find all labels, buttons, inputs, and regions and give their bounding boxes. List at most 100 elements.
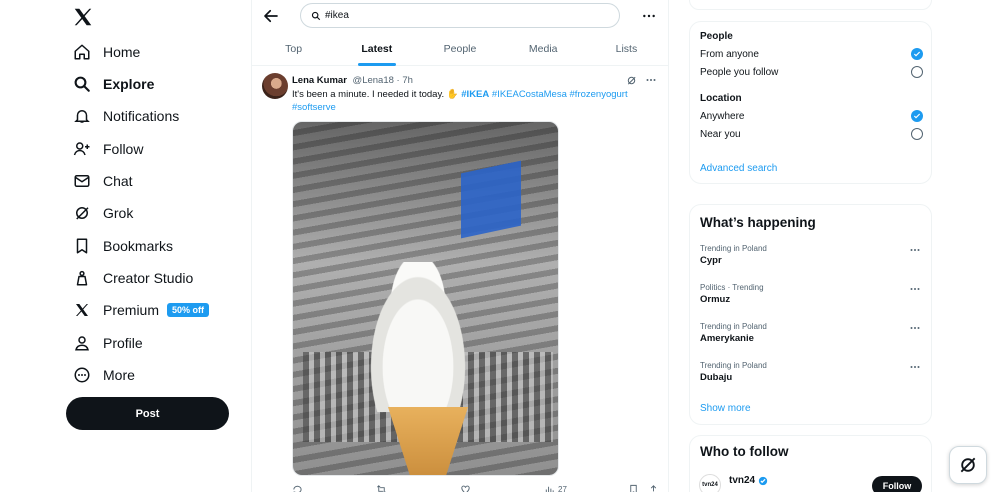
radio-checked-icon[interactable] — [911, 48, 923, 60]
tab-latest[interactable]: Latest — [335, 33, 418, 66]
advanced-search-link[interactable]: Advanced search — [700, 163, 777, 174]
search-filters-card: People From anyone People you follow Loc… — [689, 21, 932, 184]
repost-icon — [377, 485, 386, 492]
nav-follow-label: Follow — [103, 141, 144, 157]
nav-grok-label: Grok — [103, 205, 134, 221]
left-sidebar: Home Explore Notifications Follow Chat G… — [58, 0, 250, 492]
nav-profile[interactable]: Profile — [72, 331, 143, 355]
tweet-photo[interactable] — [292, 121, 559, 476]
nav-grok[interactable]: Grok — [72, 201, 133, 225]
suggested-account[interactable]: tvn24 — [729, 475, 768, 486]
nav-premium[interactable]: Premium 50% off — [72, 298, 210, 322]
whats-happening-card: What’s happening Trending in Poland Cypr… — [689, 204, 932, 425]
nav-more[interactable]: More — [72, 363, 135, 387]
trend-name: Ormuz — [700, 294, 731, 305]
trend-item[interactable]: Trending in Poland Dubaju — [700, 361, 923, 383]
search-input[interactable] — [325, 10, 605, 21]
trend-context: Trending in Poland — [700, 322, 767, 331]
grok-icon — [72, 203, 92, 223]
more-options-icon[interactable] — [909, 283, 921, 295]
more-options-icon[interactable] — [645, 74, 657, 86]
nav-explore[interactable]: Explore — [72, 72, 154, 96]
heart-icon — [461, 485, 470, 492]
people-filter-title: People — [700, 31, 733, 42]
search-bar[interactable] — [300, 3, 620, 28]
tweet-actions: 27 — [292, 484, 662, 492]
search-icon — [311, 11, 321, 20]
tweet-time[interactable]: 7h — [402, 75, 413, 86]
suggested-account-name: tvn24 — [729, 475, 756, 486]
person-icon — [72, 333, 92, 353]
hashtag-link[interactable]: #IKEA — [461, 89, 489, 100]
radio-checked-icon[interactable] — [911, 110, 923, 122]
author-name[interactable]: Lena Kumar — [292, 75, 347, 86]
repost-button[interactable] — [376, 484, 387, 492]
tweet-text: It's been a minute. I needed it today. ✋… — [292, 89, 652, 114]
hashtag-link[interactable]: #IKEACostaMesa — [492, 89, 567, 100]
nav-chat[interactable]: Chat — [72, 169, 133, 193]
nav-home[interactable]: Home — [72, 40, 140, 64]
avatar[interactable]: tvn24 — [699, 474, 721, 492]
more-options-icon[interactable] — [909, 322, 921, 334]
hashtag-link[interactable]: #softserve — [292, 102, 336, 113]
views-icon — [545, 486, 554, 492]
like-button[interactable] — [460, 484, 471, 492]
tab-people[interactable]: People — [418, 33, 501, 65]
show-more-link[interactable]: Show more — [700, 403, 751, 414]
filter-near-you[interactable]: Near you — [700, 128, 923, 140]
x-logo-icon — [72, 300, 92, 320]
trend-name: Dubaju — [700, 372, 733, 383]
more-options-icon[interactable] — [641, 8, 657, 24]
trend-item[interactable]: Trending in Poland Cypr — [700, 244, 923, 266]
tab-media[interactable]: Media — [502, 33, 585, 65]
more-options-icon[interactable] — [909, 244, 921, 256]
avatar[interactable] — [262, 73, 288, 99]
nav-more-label: More — [103, 367, 135, 383]
share-button[interactable] — [648, 484, 659, 492]
filter-people-you-follow[interactable]: People you follow — [700, 66, 923, 78]
nav-creator-studio[interactable]: Creator Studio — [72, 266, 193, 290]
mail-icon — [72, 171, 92, 191]
filter-from-anyone[interactable]: From anyone — [700, 48, 923, 60]
creator-icon — [72, 268, 92, 288]
grok-icon[interactable] — [626, 75, 637, 86]
author-handle[interactable]: @Lena18 — [353, 75, 394, 86]
views-count: 27 — [558, 485, 567, 492]
post-button[interactable]: Post — [66, 397, 229, 430]
tweet[interactable]: Lena Kumar @Lena18 · 7h It's been a minu… — [252, 66, 668, 492]
nav-bookmarks-label: Bookmarks — [103, 238, 174, 254]
filter-near-you-label: Near you — [700, 128, 741, 140]
tab-lists[interactable]: Lists — [585, 33, 668, 65]
nav-notifications[interactable]: Notifications — [72, 104, 179, 128]
filter-anywhere[interactable]: Anywhere — [700, 110, 923, 122]
hashtag-link[interactable]: #frozenyogurt — [570, 89, 628, 100]
premium-discount-badge: 50% off — [167, 303, 210, 317]
home-icon — [72, 42, 92, 62]
trend-item[interactable]: Trending in Poland Amerykanie — [700, 322, 923, 344]
x-logo-icon[interactable] — [72, 6, 94, 28]
trend-context: Trending in Poland — [700, 361, 767, 370]
previous-card — [689, 0, 932, 10]
grok-floating-button[interactable] — [949, 446, 987, 484]
reply-icon — [293, 485, 302, 492]
radio-empty-icon[interactable] — [911, 66, 923, 78]
more-options-icon[interactable] — [909, 361, 921, 373]
nav-notifications-label: Notifications — [103, 108, 180, 124]
bookmark-button[interactable] — [628, 484, 639, 492]
radio-empty-icon[interactable] — [911, 128, 923, 140]
grok-icon — [960, 457, 976, 473]
tab-top[interactable]: Top — [252, 33, 335, 65]
search-icon — [72, 74, 92, 94]
right-sidebar: People From anyone People you follow Loc… — [689, 0, 932, 492]
who-to-follow-title: Who to follow — [700, 444, 789, 459]
back-arrow-icon[interactable] — [262, 7, 280, 25]
nav-bookmarks[interactable]: Bookmarks — [72, 234, 173, 258]
nav-follow[interactable]: Follow — [72, 137, 143, 161]
filter-anywhere-label: Anywhere — [700, 110, 745, 122]
trend-item[interactable]: Politics · Trending Ormuz — [700, 283, 923, 305]
views-button[interactable]: 27 — [544, 484, 567, 492]
reply-button[interactable] — [292, 484, 303, 492]
account-logo-text: tvn24 — [702, 482, 718, 488]
trend-name: Cypr — [700, 255, 722, 266]
follow-button[interactable]: Follow — [872, 476, 922, 492]
